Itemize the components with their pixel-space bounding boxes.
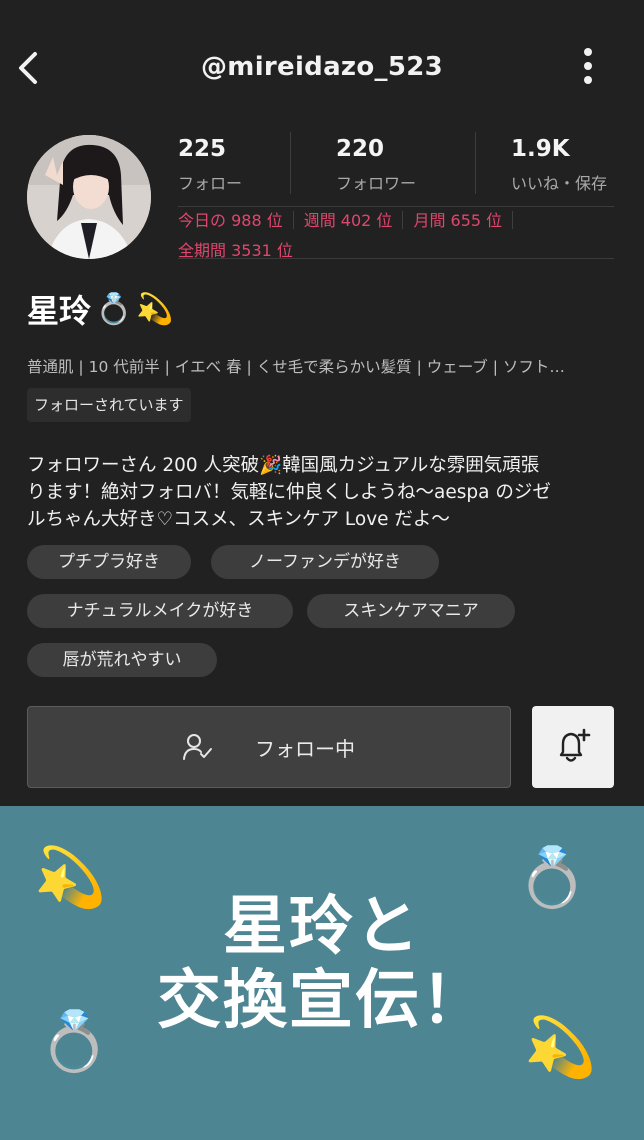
following-button[interactable]: フォロー中: [27, 706, 511, 788]
tag-chip[interactable]: スキンケアマニア: [307, 594, 515, 628]
tag-chip[interactable]: 唇が荒れやすい: [27, 643, 217, 677]
banner-line: 星玲と: [223, 890, 421, 964]
promo-banner: 💫 💍 💍 💫 星玲と 交換宣伝！: [0, 806, 644, 1140]
divider: [178, 258, 614, 259]
following-stat[interactable]: 225 フォロー: [178, 136, 242, 194]
followers-count: 220: [336, 136, 385, 162]
bio-line: フォロワーさん 200 人突破🎉韓国風カジュアルな雰囲気頑張: [27, 455, 540, 476]
display-name-row: 星玲 💍 💫: [27, 286, 174, 332]
following-count: 225: [178, 136, 227, 162]
ring-emoji: 💍: [95, 291, 133, 327]
profile-username: @mireidazo_523: [201, 52, 443, 82]
profile-attributes[interactable]: 普通肌 | 10 代前半 | イエベ 春 | くせ毛で柔らかい髪質 | ウェーブ…: [27, 355, 617, 377]
divider: [290, 132, 291, 194]
tag-chip[interactable]: ナチュラルメイクが好き: [27, 594, 293, 628]
tag-chip[interactable]: ノーファンデが好き: [211, 545, 439, 579]
followers-label: フォロワー: [336, 174, 417, 193]
following-label: フォロー: [178, 174, 243, 193]
likes-stat: 1.9K いいね・保存: [511, 136, 607, 194]
dizzy-emoji: 💫: [136, 291, 174, 327]
follows-you-badge: フォローされています: [27, 388, 191, 422]
user-check-icon: [183, 734, 212, 760]
rank-info: 今日の 988 位 週間 402 位 月間 655 位 全期間 3531 位: [178, 206, 614, 266]
followers-stat[interactable]: 220 フォロワー: [336, 136, 416, 194]
display-name: 星玲: [27, 292, 92, 330]
banner-line: 交換宣伝！: [157, 964, 487, 1038]
following-button-label: フォロー中: [255, 736, 355, 761]
tag-chip[interactable]: プチプラ好き: [27, 545, 191, 579]
notification-bell-button[interactable]: [532, 706, 614, 788]
bio-line: ルちゃん大好き♡コスメ、スキンケア Love だよ〜: [27, 509, 450, 530]
bell-plus-icon: [559, 728, 591, 762]
likes-count: 1.9K: [511, 136, 570, 162]
top-bar: @mireidazo_523: [0, 0, 644, 130]
rank-monthly: 月間 655 位: [413, 211, 503, 230]
rank-weekly: 週間 402 位: [303, 211, 393, 230]
likes-label: いいね・保存: [511, 174, 608, 193]
more-options-button[interactable]: [576, 44, 600, 88]
divider: [475, 132, 476, 194]
avatar[interactable]: [27, 135, 151, 259]
promo-banner-text: 星玲と 交換宣伝！: [0, 890, 644, 1038]
rank-today: 今日の 988 位: [178, 211, 283, 230]
bio-line: ります！絶対フォロバ！気軽に仲良くしようね〜aespa のジゼ: [27, 482, 551, 503]
more-vertical-icon: [584, 48, 592, 56]
profile-bio: フォロワーさん 200 人突破🎉韓国風カジュアルな雰囲気頑張 ります！絶対フォロ…: [27, 452, 621, 533]
rank-all-time: 全期間 3531 位: [178, 241, 293, 260]
